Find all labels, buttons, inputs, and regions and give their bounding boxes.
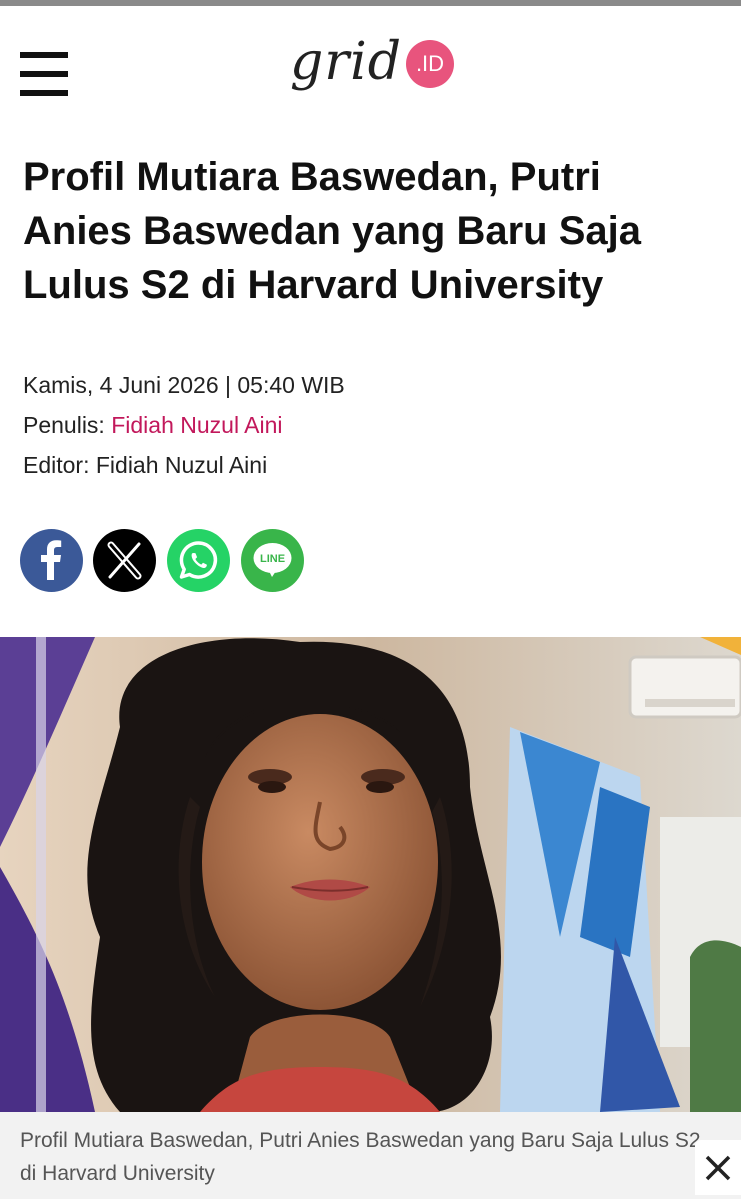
whatsapp-icon <box>179 541 218 579</box>
line-icon: LINE <box>253 543 292 577</box>
editor-name: Fidiah Nuzul Aini <box>95 452 268 478</box>
close-icon <box>705 1155 731 1181</box>
top-border <box>0 0 741 6</box>
x-share-button[interactable] <box>93 529 156 592</box>
author-label: Penulis: <box>23 412 105 438</box>
x-icon <box>107 541 142 580</box>
publish-date: Kamis, 4 Juni 2026 | 05:40 WIB <box>23 372 345 398</box>
facebook-icon <box>41 540 62 580</box>
facebook-share-button[interactable] <box>20 529 83 592</box>
line-share-button[interactable]: LINE <box>241 529 304 592</box>
logo-wordmark: grid <box>290 32 403 92</box>
editor-line: Editor: Fidiah Nuzul Aini <box>23 452 267 479</box>
author-link[interactable]: Fidiah Nuzul Aini <box>111 412 282 438</box>
editor-label: Editor: <box>23 452 90 478</box>
photo-caption: Profil Mutiara Baswedan, Putri Anies Bas… <box>20 1129 701 1185</box>
close-caption-button[interactable] <box>695 1140 741 1195</box>
site-logo[interactable]: grid .ID <box>280 14 460 120</box>
menu-icon[interactable] <box>20 52 68 98</box>
photo-caption-bar: Profil Mutiara Baswedan, Putri Anies Bas… <box>0 1112 741 1199</box>
line-icon-label: LINE <box>260 553 285 565</box>
whatsapp-share-button[interactable] <box>167 529 230 592</box>
article-title: Profil Mutiara Baswedan, Putri Anies Bas… <box>23 155 642 307</box>
portrait-image <box>0 637 741 1112</box>
logo-badge: .ID <box>406 40 454 88</box>
author-line: Penulis: Fidiah Nuzul Aini <box>23 412 283 439</box>
article-photo <box>0 637 741 1112</box>
